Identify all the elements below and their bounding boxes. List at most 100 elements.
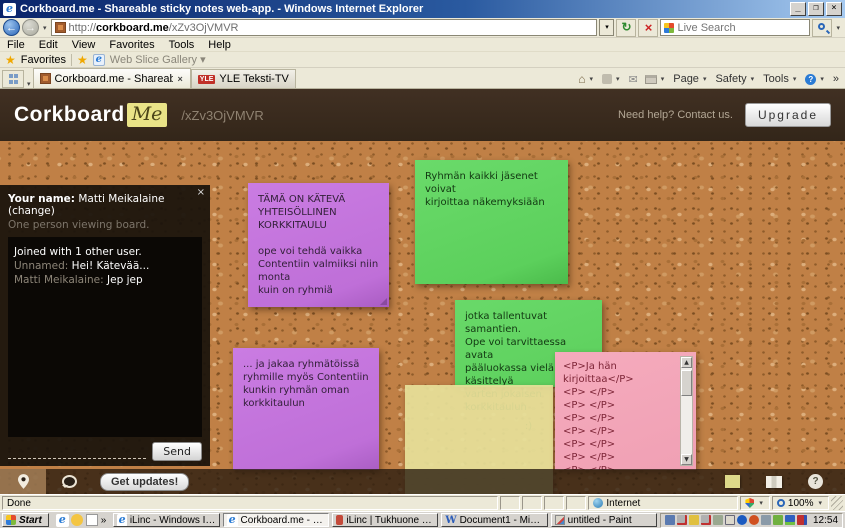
power-tray-icon[interactable]: [773, 515, 783, 525]
sticky-note-purple-1[interactable]: TÄMÄ ON KÄTEVÄ YHTEISÖLLINEN KORKKITAULU…: [248, 183, 389, 307]
forward-button[interactable]: →: [22, 19, 39, 36]
app-tray-icon[interactable]: [749, 515, 759, 525]
help-menu-button[interactable]: ?▾: [805, 74, 826, 85]
chat-close-icon[interactable]: ×: [197, 187, 205, 198]
document-icon[interactable]: [86, 514, 98, 526]
taskbar-button-ilinc-room[interactable]: iLinc | Tukhuone (Sirpa K...: [332, 513, 438, 527]
quick-tabs-button[interactable]: [2, 70, 24, 88]
taskbar-clock[interactable]: 12:54: [809, 515, 838, 526]
web-slice-gallery-button[interactable]: Web Slice Gallery ▾: [110, 53, 206, 66]
contact-us-link[interactable]: Need help? Contact us.: [618, 109, 733, 121]
search-dropdown-icon[interactable]: ▾: [834, 24, 842, 32]
wireless-tray-icon[interactable]: [761, 515, 771, 525]
refresh-button[interactable]: ↻: [616, 19, 636, 37]
tab-bar: ▾ Corkboard.me - Shareabl... × YLE YLE T…: [0, 68, 845, 89]
display-tray-icon[interactable]: [665, 515, 675, 525]
ilinc-icon: [336, 515, 343, 525]
page-menu-button[interactable]: Page▾: [673, 73, 708, 85]
close-button[interactable]: ×: [826, 2, 842, 16]
sticky-note-green-1[interactable]: Ryhmän kaikki jäsenet voivat kirjoittaa …: [415, 160, 568, 284]
status-cell: [522, 496, 542, 510]
overflow-chevron-icon[interactable]: »: [833, 73, 839, 85]
ie-quick-launch-icon[interactable]: e: [56, 514, 68, 526]
help-button[interactable]: ?: [808, 474, 823, 489]
taskbar-button-ilinc-browser[interactable]: eiLinc - Windows Internet ...: [113, 513, 219, 527]
battery-tray-icon[interactable]: [785, 515, 795, 525]
bluetooth-tray-icon[interactable]: [737, 515, 747, 525]
search-button[interactable]: [812, 19, 832, 37]
ie-icon: e: [117, 514, 126, 527]
scrollbar-thumb[interactable]: [681, 370, 692, 396]
protected-mode-button[interactable]: ▾: [740, 496, 770, 510]
update-tray-icon[interactable]: [713, 515, 723, 525]
new-note-button[interactable]: [725, 475, 740, 488]
get-updates-button[interactable]: Get updates!: [100, 473, 189, 491]
tab-close-icon[interactable]: ×: [177, 74, 184, 84]
grid-icon: [9, 80, 13, 84]
chat-input[interactable]: [8, 445, 146, 459]
address-dropdown-button[interactable]: ▾: [599, 19, 614, 36]
tab-corkboard[interactable]: Corkboard.me - Shareabl... ×: [33, 68, 191, 88]
history-dropdown-icon[interactable]: ▾: [41, 24, 49, 32]
url-path: /xZv3OjVMVR: [169, 22, 239, 34]
tab-yle[interactable]: YLE YLE Teksti-TV: [191, 69, 296, 88]
send-button[interactable]: Send: [152, 442, 202, 461]
back-button[interactable]: ←: [3, 19, 20, 36]
minimize-button[interactable]: _: [790, 2, 806, 16]
corkboard-logo: Corkboard: [14, 103, 125, 127]
taskbar-button-paint[interactable]: untitled - Paint: [551, 513, 657, 527]
menu-file[interactable]: File: [0, 39, 32, 51]
dropdown-icon: ▾: [587, 75, 595, 83]
map-overview-button[interactable]: [766, 476, 782, 488]
messenger-icon[interactable]: [71, 514, 83, 526]
volume-muted-tray-icon[interactable]: [677, 515, 687, 525]
message-sender: Unnamed:: [14, 260, 68, 272]
app-header: Corkboard Me /xZv3OjVMVR Need help? Cont…: [0, 89, 845, 141]
address-bar[interactable]: http://corkboard.me/xZv3OjVMVR: [51, 19, 598, 36]
chat-toggle-button[interactable]: [46, 469, 92, 494]
ie-icon: e: [56, 514, 69, 527]
corkboard[interactable]: TÄMÄ ON KÄTEVÄ YHTEISÖLLINEN KORKKITAULU…: [0, 141, 845, 494]
restore-button[interactable]: ❐: [808, 2, 824, 16]
scrollbar-track[interactable]: [681, 368, 692, 454]
stop-button[interactable]: ×: [638, 19, 658, 37]
rss-icon: [602, 74, 612, 84]
location-pin-button[interactable]: [0, 469, 46, 494]
sticky-note-purple-2[interactable]: ... ja jakaa ryhmätöissä ryhmille myös C…: [233, 348, 379, 470]
menu-edit[interactable]: Edit: [32, 39, 65, 51]
feeds-button[interactable]: ▾: [602, 74, 622, 84]
window-tray-icon[interactable]: [725, 515, 735, 525]
scroll-up-icon[interactable]: ▲: [681, 357, 692, 368]
scroll-down-icon[interactable]: ▼: [681, 454, 692, 465]
add-favorite-icon[interactable]: ★: [77, 53, 88, 67]
menu-favorites[interactable]: Favorites: [102, 39, 161, 51]
upgrade-button[interactable]: Upgrade: [745, 103, 831, 127]
start-button[interactable]: Start: [2, 513, 49, 527]
sticky-note-pink[interactable]: <P>Ja hän kirjoittaa</P> <P> </P> <P> </…: [555, 352, 696, 470]
lock-tray-icon[interactable]: [689, 515, 699, 525]
tab-list-dropdown-icon[interactable]: ▾: [25, 80, 33, 88]
menu-help[interactable]: Help: [201, 39, 238, 51]
zoom-button[interactable]: 100%▾: [772, 496, 829, 510]
search-input[interactable]: [677, 22, 806, 34]
taskbar-button-corkboard[interactable]: eCorkboard.me - Shar...: [223, 513, 329, 527]
home-button[interactable]: ⌂▾: [578, 72, 595, 86]
tools-menu-button[interactable]: Tools▾: [763, 73, 798, 85]
read-mail-button[interactable]: ✉: [629, 73, 638, 86]
change-name-link[interactable]: (change): [8, 205, 55, 217]
menu-view[interactable]: View: [65, 39, 103, 51]
menu-tools[interactable]: Tools: [162, 39, 202, 51]
resize-grip[interactable]: [831, 496, 843, 510]
chat-input-row: Send: [0, 437, 210, 461]
favorites-button[interactable]: Favorites: [21, 54, 66, 66]
note-scrollbar[interactable]: ▲ ▼: [680, 356, 693, 466]
taskbar-button-word[interactable]: WDocument1 - Microsoft ...: [441, 513, 547, 527]
ie-logo-icon: e: [3, 3, 16, 16]
quick-launch-chevron-icon[interactable]: »: [101, 515, 107, 526]
dropdown-icon: ▾: [816, 499, 824, 507]
safety-menu-button[interactable]: Safety▾: [715, 73, 756, 85]
live-search-box[interactable]: [660, 19, 810, 36]
network-tray-icon[interactable]: [797, 515, 807, 525]
print-button[interactable]: ▾: [645, 75, 667, 84]
mic-muted-tray-icon[interactable]: [701, 515, 711, 525]
